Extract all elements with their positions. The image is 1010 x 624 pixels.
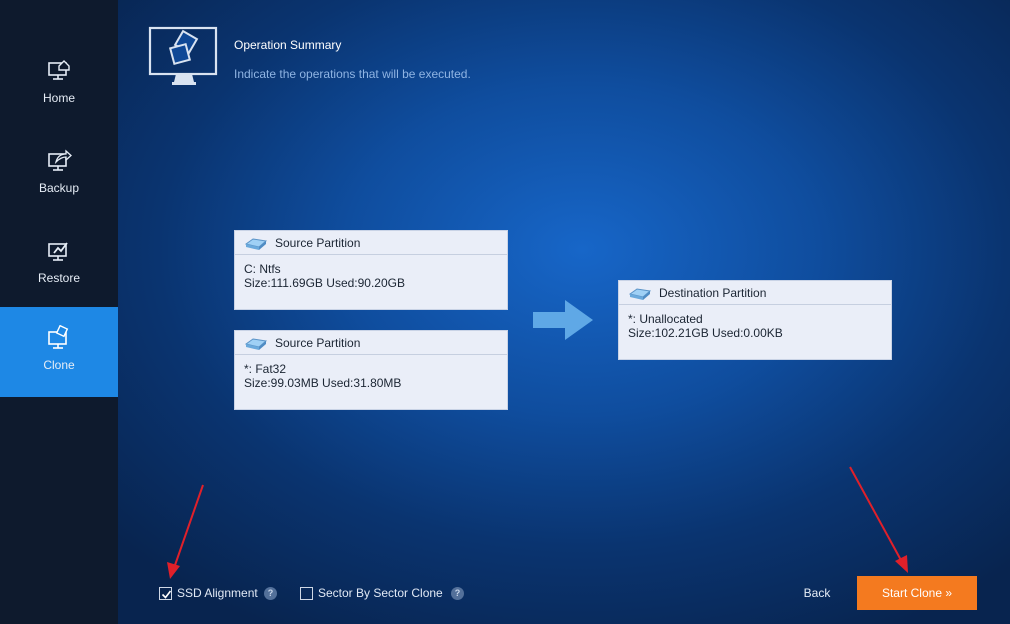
source-partition-card: Source Partition C: Ntfs Size:111.69GB U… bbox=[234, 230, 508, 310]
sidebar-item-label: Clone bbox=[43, 358, 75, 372]
card-title: Destination Partition bbox=[659, 286, 767, 300]
restore-icon bbox=[48, 242, 68, 261]
home-icon bbox=[48, 60, 70, 80]
main-panel: Operation Summary Indicate the operation… bbox=[118, 0, 1010, 624]
card-title: Source Partition bbox=[275, 336, 361, 350]
arrow-right-icon bbox=[533, 300, 593, 340]
ssd-alignment-checkbox[interactable] bbox=[159, 587, 172, 600]
sidebar-item-label: Backup bbox=[38, 181, 80, 195]
ssd-alignment-label[interactable]: SSD Alignment bbox=[177, 586, 258, 600]
page-subtitle: Indicate the operations that will be exe… bbox=[234, 67, 471, 81]
source-partition-card: Source Partition *: Fat32 Size:99.03MB U… bbox=[234, 330, 508, 410]
card-header: Source Partition bbox=[235, 231, 507, 255]
start-clone-button[interactable]: Start Clone » bbox=[857, 576, 977, 610]
clone-icon bbox=[48, 325, 69, 349]
partition-size: Size:111.69GB Used:90.20GB bbox=[244, 276, 405, 290]
sidebar: Home Backup Restore Clone bbox=[0, 0, 118, 624]
sidebar-item-home[interactable]: Home bbox=[0, 40, 118, 130]
sidebar-item-label: Restore bbox=[37, 271, 81, 285]
partition-type: C: Ntfs bbox=[244, 262, 281, 276]
checkmark-icon bbox=[161, 590, 172, 599]
partition-size: Size:102.21GB Used:0.00KB bbox=[628, 326, 783, 340]
back-button[interactable]: Back bbox=[794, 576, 840, 610]
sector-by-sector-checkbox[interactable] bbox=[300, 587, 313, 600]
monitor-clone-icon bbox=[148, 26, 218, 85]
card-title: Source Partition bbox=[275, 236, 361, 250]
card-header: Source Partition bbox=[235, 331, 507, 355]
partition-type: *: Unallocated bbox=[628, 312, 703, 326]
help-icon[interactable]: ? bbox=[451, 587, 464, 600]
disk-icon bbox=[245, 238, 267, 250]
card-header: Destination Partition bbox=[619, 281, 891, 305]
disk-icon bbox=[245, 338, 267, 350]
sector-by-sector-label[interactable]: Sector By Sector Clone bbox=[318, 586, 443, 600]
sidebar-item-label: Home bbox=[42, 91, 75, 105]
destination-partition-card: Destination Partition *: Unallocated Siz… bbox=[618, 280, 892, 360]
sidebar-item-backup[interactable]: Backup bbox=[0, 130, 118, 220]
partition-size: Size:99.03MB Used:31.80MB bbox=[244, 376, 402, 390]
sidebar-item-restore[interactable]: Restore bbox=[0, 220, 118, 310]
backup-icon bbox=[48, 149, 72, 171]
page-title: Operation Summary bbox=[234, 38, 342, 52]
partition-type: *: Fat32 bbox=[244, 362, 287, 376]
sidebar-item-clone[interactable]: Clone bbox=[0, 307, 118, 397]
disk-icon bbox=[629, 288, 651, 300]
help-icon[interactable]: ? bbox=[264, 587, 277, 600]
